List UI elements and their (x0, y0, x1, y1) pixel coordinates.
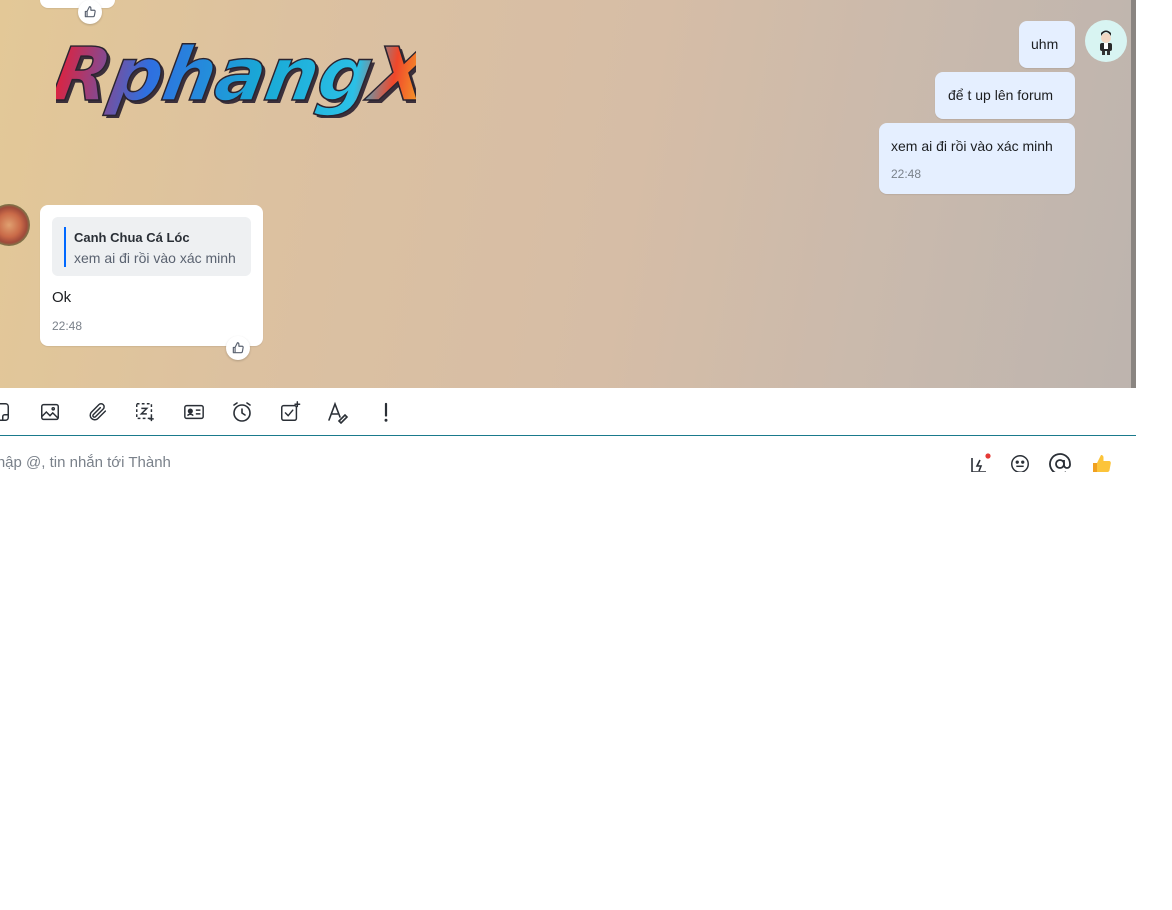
sticker-icon (0, 403, 9, 421)
mention-button[interactable] (1048, 452, 1072, 472)
composer-toolbar (0, 388, 1136, 436)
task-icon (281, 401, 301, 421)
outgoing-message-bubble[interactable]: để t up lên forum (935, 72, 1075, 119)
quote-sender-name: Canh Chua Cá Lóc (74, 230, 190, 245)
message-text: để t up lên forum (948, 87, 1054, 103)
outgoing-message-bubble[interactable]: uhm (1019, 21, 1075, 68)
message-time: 22:48 (891, 167, 922, 181)
sticker-logo[interactable]: RphangX RphangX (56, 28, 416, 118)
image-button[interactable] (38, 400, 62, 424)
send-like-button[interactable] (1090, 452, 1114, 472)
screenshot-icon (136, 403, 154, 422)
task-button[interactable] (278, 400, 302, 424)
react-button[interactable] (78, 0, 102, 24)
chat-scrollbar[interactable] (1131, 0, 1136, 388)
message-time: 22:48 (52, 319, 83, 333)
mention-icon (1049, 453, 1071, 472)
person-avatar-icon (1100, 30, 1112, 55)
previous-message-bubble[interactable] (40, 0, 115, 8)
quick-message-icon (971, 453, 991, 472)
reminder-icon (233, 402, 251, 422)
urgent-icon (384, 402, 388, 422)
quote-text: xem ai đi rồi vào xác minh (74, 250, 236, 266)
contact-card-button[interactable] (182, 400, 206, 424)
text-format-button[interactable] (326, 400, 350, 424)
thumbs-up-icon (232, 342, 244, 354)
thumbs-up-send-icon (1093, 455, 1111, 472)
chat-message-area: RphangX RphangX uhm để t up lên forum xe… (0, 0, 1136, 388)
urgent-button[interactable] (374, 400, 398, 424)
contact-card-icon (184, 404, 204, 420)
attachment-button[interactable] (86, 400, 110, 424)
sticker-logo-text-front: RphangX (56, 32, 416, 118)
message-text: xem ai đi rồi vào xác minh (891, 138, 1053, 154)
react-button[interactable] (226, 336, 250, 360)
my-avatar[interactable] (1085, 20, 1127, 62)
attachment-icon (89, 403, 107, 421)
quick-message-button[interactable] (968, 452, 992, 472)
reminder-button[interactable] (230, 400, 254, 424)
quote-bar (64, 227, 66, 267)
text-format-icon (328, 401, 349, 424)
outgoing-message-bubble[interactable]: xem ai đi rồi vào xác minh 22:48 (879, 123, 1075, 194)
screenshot-button[interactable] (133, 400, 157, 424)
emoji-icon (1011, 455, 1029, 472)
thumbs-up-icon (84, 6, 96, 18)
message-composer: Nhập @, tin nhắn tới Thành (0, 436, 1136, 472)
message-text: uhm (1031, 36, 1059, 52)
emoji-button[interactable] (1008, 452, 1032, 472)
incoming-message-bubble[interactable]: Canh Chua Cá Lóc xem ai đi rồi vào xác m… (40, 205, 263, 346)
message-input[interactable]: Nhập @, tin nhắn tới Thành (0, 454, 171, 471)
sticker-button[interactable] (0, 400, 12, 424)
contact-avatar[interactable] (0, 204, 30, 246)
quoted-message[interactable]: Canh Chua Cá Lóc xem ai đi rồi vào xác m… (52, 217, 251, 276)
image-icon (41, 403, 59, 421)
message-text: Ok (52, 289, 72, 306)
